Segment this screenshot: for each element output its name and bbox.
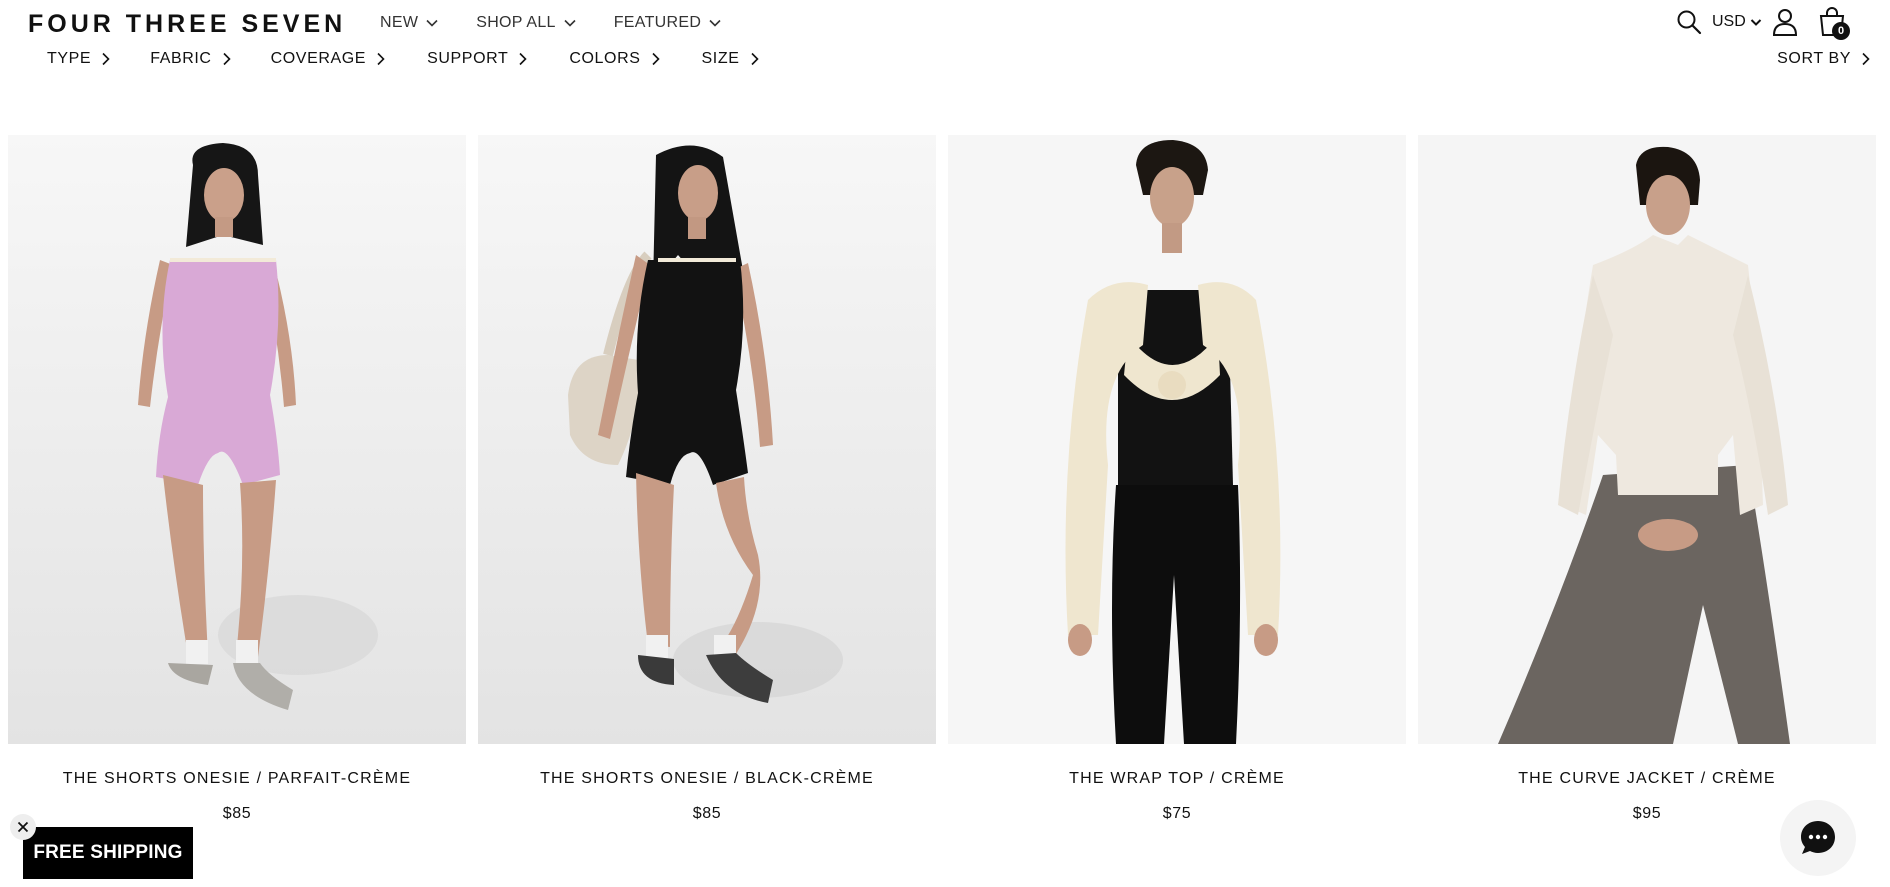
chevron-right-icon [223, 52, 231, 66]
close-icon [17, 821, 29, 833]
filter-fabric[interactable]: FABRIC [150, 50, 231, 68]
search-button[interactable] [1674, 4, 1704, 40]
chevron-down-icon [426, 19, 438, 27]
cart-count-badge: 0 [1832, 22, 1850, 40]
chevron-right-icon [519, 52, 527, 66]
close-banner-button[interactable] [10, 814, 36, 840]
chat-icon [1801, 821, 1835, 854]
sort-by-label: SORT BY [1777, 50, 1851, 67]
currency-label: USD [1712, 13, 1746, 30]
sort-by-button[interactable]: SORT BY [1777, 50, 1870, 68]
product-title[interactable]: THE SHORTS ONESIE / PARFAIT-CRÈME [8, 770, 466, 788]
filter-support-label: SUPPORT [427, 50, 509, 67]
filter-coverage[interactable]: COVERAGE [271, 50, 386, 68]
chevron-down-icon [709, 19, 721, 27]
filter-size[interactable]: SIZE [702, 50, 759, 68]
free-shipping-banner[interactable]: FREE SHIPPING [23, 827, 193, 879]
product-card[interactable]: THE CURVE JACKET / CRÈME $95 [1418, 135, 1876, 823]
nav-new-label: NEW [380, 14, 419, 31]
main-nav: NEW SHOP ALL FEATURED [380, 14, 759, 32]
product-price: $85 [222, 805, 252, 822]
product-card[interactable]: THE WRAP TOP / CRÈME $75 [948, 135, 1406, 823]
chevron-right-icon [102, 52, 110, 66]
product-price: $75 [1162, 805, 1192, 822]
site-header: FOUR THREE SEVEN NEW SHOP ALL FEATURED U… [0, 0, 1890, 48]
product-title[interactable]: THE WRAP TOP / CRÈME [948, 770, 1406, 788]
cart-button[interactable]: 0 [1814, 4, 1850, 40]
nav-new[interactable]: NEW [380, 14, 438, 32]
product-title[interactable]: THE SHORTS ONESIE / BLACK-CRÈME [478, 770, 936, 788]
account-button[interactable] [1770, 4, 1800, 40]
chevron-down-icon [1750, 19, 1761, 26]
product-card[interactable]: THE SHORTS ONESIE / PARFAIT-CRÈME $85 [8, 135, 466, 823]
filter-colors[interactable]: COLORS [569, 50, 660, 68]
product-price: $85 [692, 805, 722, 822]
filter-type-label: TYPE [47, 50, 92, 67]
chevron-right-icon [651, 52, 660, 66]
chevron-right-icon [377, 52, 385, 66]
currency-selector[interactable]: USD [1712, 4, 1762, 40]
filter-support[interactable]: SUPPORT [427, 50, 527, 68]
product-image[interactable] [948, 135, 1406, 744]
filter-bar: TYPE FABRIC COVERAGE SUPPORT COLORS SIZE [47, 50, 759, 68]
product-image[interactable] [1418, 135, 1876, 744]
chevron-right-icon [750, 52, 759, 66]
nav-featured[interactable]: FEATURED [614, 14, 721, 32]
free-shipping-label: FREE SHIPPING [33, 842, 183, 863]
filter-coverage-label: COVERAGE [270, 50, 367, 67]
product-image[interactable] [8, 135, 466, 744]
product-title[interactable]: THE CURVE JACKET / CRÈME [1418, 770, 1876, 788]
nav-featured-label: FEATURED [613, 14, 702, 31]
nav-shop-all[interactable]: SHOP ALL [476, 14, 576, 32]
filter-type[interactable]: TYPE [47, 50, 110, 68]
filter-colors-label: COLORS [569, 50, 641, 67]
filter-size-label: SIZE [701, 50, 740, 67]
product-card[interactable]: THE SHORTS ONESIE / BLACK-CRÈME $85 [478, 135, 936, 823]
chevron-right-icon [1862, 52, 1870, 66]
account-icon [1772, 9, 1798, 36]
brand-logo[interactable]: FOUR THREE SEVEN [28, 10, 346, 39]
product-image[interactable] [478, 135, 936, 744]
nav-shop-all-label: SHOP ALL [476, 14, 556, 31]
chat-widget-button[interactable] [1780, 800, 1856, 876]
product-grid: THE SHORTS ONESIE / PARFAIT-CRÈME $85 TH… [8, 135, 1882, 835]
chevron-down-icon [564, 19, 576, 27]
filter-fabric-label: FABRIC [150, 50, 212, 67]
search-icon [1677, 10, 1702, 35]
